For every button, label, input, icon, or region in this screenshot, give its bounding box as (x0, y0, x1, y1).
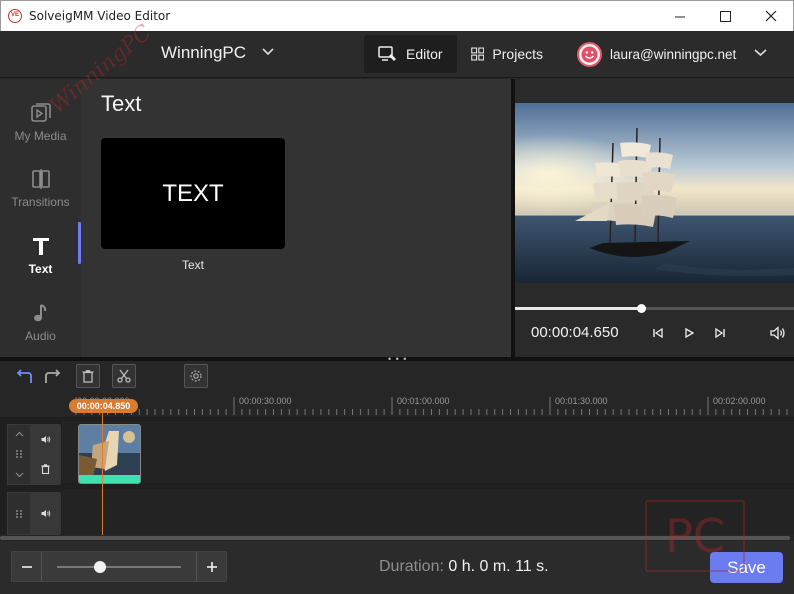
ruler-label: 00:02:00.000 (713, 396, 766, 406)
minus-icon (21, 565, 32, 568)
clip-audio-bar (79, 475, 140, 483)
drag-handle-icon[interactable] (15, 509, 23, 519)
window-title: SolveigMM Video Editor (29, 9, 171, 23)
sidebar-item-label: Text (28, 261, 53, 276)
volume-icon (770, 326, 785, 340)
chevron-up-icon[interactable] (15, 431, 24, 437)
seek-bar-knob[interactable] (636, 304, 646, 313)
track-options (30, 493, 61, 534)
chevron-down-icon[interactable] (262, 48, 274, 56)
text-template-thumbnail[interactable]: TEXT (101, 138, 285, 249)
grid-icon (471, 47, 485, 61)
settings-button[interactable] (184, 364, 208, 388)
step-back-icon (653, 327, 663, 339)
track-reorder-controls (8, 493, 30, 534)
user-email[interactable]: laura@winningpc.net (610, 47, 736, 62)
minimize-icon (674, 16, 685, 17)
trash-icon (82, 370, 94, 383)
workspace-name[interactable]: WinningPC (161, 43, 246, 63)
zoom-in-button[interactable] (196, 552, 226, 581)
ruler-label: 00:01:30.000 (555, 396, 608, 406)
preview-panel: 00:00:04.650 (515, 79, 794, 357)
volume-icon[interactable] (41, 509, 51, 518)
redo-button[interactable] (40, 364, 64, 388)
video-track-header (7, 424, 61, 485)
chevron-down-icon[interactable] (754, 49, 767, 57)
page-title: Text (101, 91, 142, 116)
tab-editor[interactable]: Editor (364, 35, 457, 73)
seek-bar-fill (515, 307, 641, 310)
sidebar-item-label: Transitions (11, 194, 70, 209)
zoom-control (11, 551, 227, 582)
seek-bar[interactable] (515, 304, 794, 313)
close-icon (765, 10, 777, 22)
volume-icon[interactable] (41, 435, 51, 444)
next-frame-button[interactable] (712, 325, 728, 341)
close-button[interactable] (748, 1, 794, 31)
sidebar-item-label: Audio (25, 328, 56, 343)
undo-icon (16, 369, 32, 383)
tab-editor-label: Editor (406, 46, 443, 62)
volume-button[interactable] (769, 325, 787, 341)
sidebar-item-transitions[interactable]: Transitions (0, 155, 81, 221)
preview-timecode: 00:00:04.650 (531, 324, 619, 341)
watermark-logo: PC (645, 500, 745, 572)
clip-thumbnail (79, 425, 140, 477)
zoom-slider-knob[interactable] (94, 561, 107, 573)
zoom-slider[interactable] (57, 561, 181, 573)
play-icon (685, 327, 695, 339)
sidebar-item-label: My Media (14, 128, 67, 143)
smiley-icon (581, 46, 598, 63)
maximize-button[interactable] (702, 1, 748, 31)
content-panel: Text TEXT Text (81, 79, 511, 357)
timeline-ruler[interactable]: 00:00:00.000 00:00:30.000 00:01:00.000 0… (62, 393, 794, 417)
playhead-time[interactable]: 00:00:04.850 (69, 399, 138, 413)
delete-button[interactable] (76, 364, 100, 388)
gear-icon (190, 370, 202, 382)
duration-label: Duration: (379, 558, 444, 575)
plus-icon (206, 561, 217, 572)
tab-projects-label: Projects (492, 46, 543, 62)
sidebar-item-audio[interactable]: Audio (0, 289, 81, 355)
playhead-line[interactable] (102, 413, 103, 535)
track-options (30, 425, 61, 484)
ruler-label: 00:00:30.000 (239, 396, 292, 406)
step-forward-icon (715, 327, 725, 339)
video-preview[interactable] (515, 103, 794, 283)
redo-icon (45, 369, 61, 383)
window-titlebar: VE SolveigMM Video Editor (0, 0, 794, 31)
play-button[interactable] (681, 325, 697, 341)
app-logo-icon: VE (8, 9, 22, 23)
transitions-icon (31, 168, 50, 189)
zoom-out-button[interactable] (12, 552, 42, 581)
sidebar-item-text[interactable]: Text (0, 222, 81, 288)
drag-handle-icon[interactable] (15, 449, 23, 459)
trash-icon[interactable] (41, 464, 50, 474)
split-button[interactable] (112, 364, 136, 388)
editor-icon (378, 46, 396, 61)
video-track[interactable] (62, 421, 794, 483)
previous-frame-button[interactable] (650, 325, 666, 341)
audio-icon (33, 303, 46, 321)
timeline-toolbar (0, 361, 794, 393)
duration-display: Duration: 0 h. 0 m. 11 s. (379, 558, 549, 576)
video-clip[interactable] (78, 424, 141, 484)
tab-projects[interactable]: Projects (457, 35, 557, 73)
minimize-button[interactable] (657, 1, 703, 31)
text-template-label: Text (181, 258, 204, 272)
scissors-icon (117, 369, 131, 383)
chevron-down-icon[interactable] (15, 472, 24, 478)
sidebar: My Media Transitions Text Audio (0, 79, 81, 357)
undo-button[interactable] (13, 364, 37, 388)
maximize-icon (719, 10, 731, 22)
track-reorder-controls (8, 425, 30, 484)
text-icon (32, 237, 49, 255)
video-frame (515, 103, 794, 283)
duration-value: 0 h. 0 m. 11 s. (448, 558, 549, 575)
audio-track-header (7, 492, 61, 535)
ruler-label: 00:01:00.000 (397, 396, 450, 406)
avatar[interactable] (577, 42, 602, 67)
